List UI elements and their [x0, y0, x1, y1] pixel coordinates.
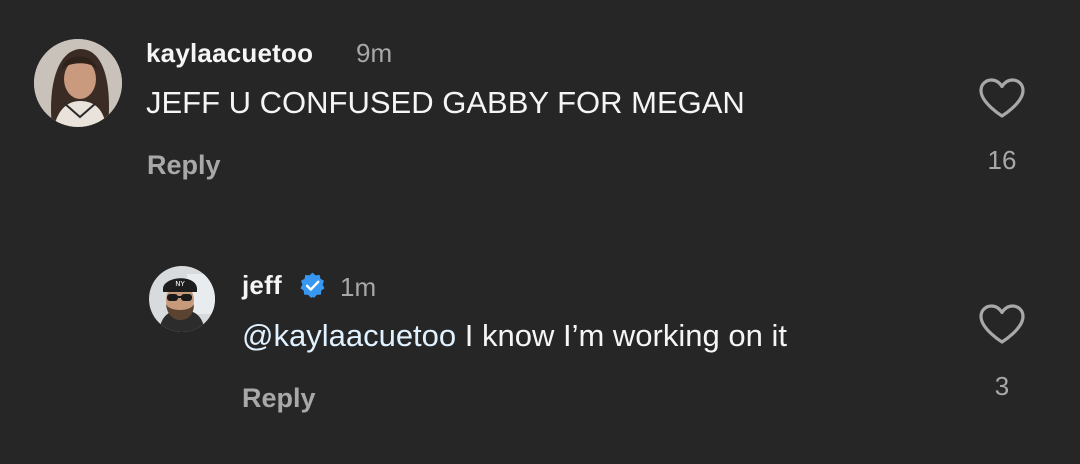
avatar-photo: NY: [149, 266, 215, 332]
reply-button[interactable]: Reply: [242, 383, 316, 414]
comment-text: JEFF U CONFUSED GABBY FOR MEGAN: [146, 85, 745, 120]
heart-icon[interactable]: [978, 303, 1026, 345]
svg-text:NY: NY: [175, 280, 185, 288]
comment-timestamp: 9m: [356, 38, 393, 68]
comment-username[interactable]: jeff: [242, 270, 282, 301]
heart-icon[interactable]: [978, 77, 1026, 119]
avatar[interactable]: [34, 39, 122, 127]
comment-text: @kaylaacuetoo I know I’m working on it: [242, 318, 787, 354]
comment-text-body: I know I’m working on it: [456, 318, 787, 353]
reply-button[interactable]: Reply: [147, 150, 221, 181]
avatar-photo: [34, 39, 122, 127]
comment-timestamp: 1m: [340, 272, 377, 302]
verified-badge-icon: [300, 272, 325, 298]
like-count: 3: [994, 371, 1010, 401]
comment-username[interactable]: kaylaacuetoo: [146, 38, 313, 69]
avatar[interactable]: NY: [149, 266, 215, 332]
mention-link[interactable]: @kaylaacuetoo: [242, 318, 456, 353]
like-count: 16: [987, 145, 1017, 175]
